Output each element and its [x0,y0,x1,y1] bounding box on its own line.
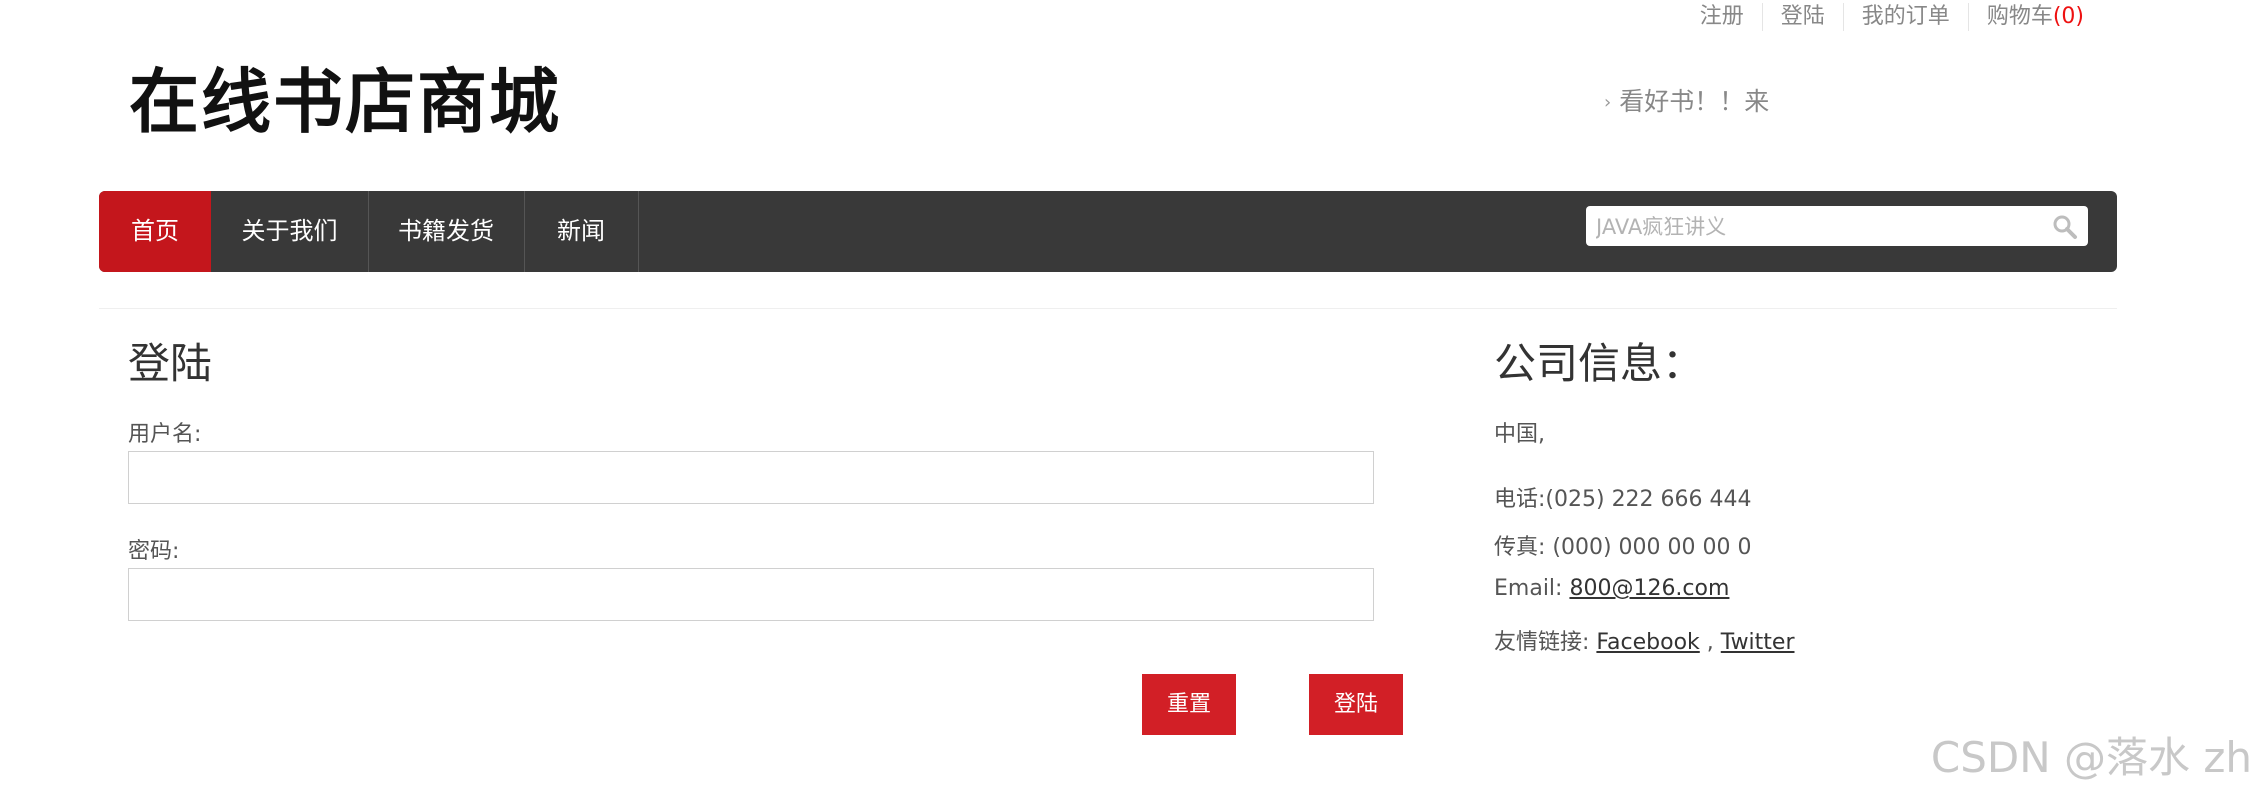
search-icon[interactable] [2052,214,2078,240]
login-title: 登陆 [128,339,213,388]
company-info-title: 公司信息： [1494,339,1705,388]
friend-links-label: 友情链接: [1494,630,1597,655]
top-links: 注册 登陆 我的订单 购物车(0) [1682,2,2102,32]
logo-text: 在线书店商城 [129,60,561,143]
email-link[interactable]: 800@126.com [1569,576,1729,601]
nav-item-home[interactable]: 首页 [99,191,211,272]
username-label: 用户名: [128,422,202,447]
register-link[interactable]: 注册 [1682,3,1762,31]
cart-label: 购物车 [1986,4,2053,29]
my-orders-link[interactable]: 我的订单 [1842,3,1968,31]
username-field[interactable] [128,451,1374,504]
login-link[interactable]: 登陆 [1761,3,1843,31]
section-divider [99,308,2117,309]
nav-item-about[interactable]: 关于我们 [211,191,369,272]
password-label: 密码: [128,539,180,564]
slogan-text: 看好书！！来 [1619,87,1770,116]
site-logo[interactable]: 在线书店商城 [117,40,577,148]
reset-button[interactable]: 重置 [1142,674,1236,735]
company-country: 中国, [1494,422,1545,447]
chevron-right-icon: › [1604,92,1612,113]
slogan: › 看好书！！来 [1604,82,1769,118]
watermark: CSDN @落水 zh [1930,733,2252,782]
cart-link[interactable]: 购物车(0) [1967,3,2102,31]
search-box [1586,206,2088,248]
company-phone: 电话:(025) 222 666 444 [1494,487,1752,512]
company-email-line: Email: 800@126.com [1494,576,1729,601]
twitter-link[interactable]: Twitter [1721,630,1795,655]
nav-item-shipping[interactable]: 书籍发货 [368,191,525,272]
cart-count: (0) [2052,4,2084,29]
company-fax: 传真: (000) 000 00 00 0 [1494,535,1752,560]
login-submit-button[interactable]: 登陆 [1309,674,1403,735]
friend-links-line: 友情链接: Facebook , Twitter [1494,624,1795,656]
link-separator: , [1699,630,1721,655]
password-field[interactable] [128,568,1374,621]
search-input[interactable] [1594,206,2038,248]
main-nav: 首页 关于我们 书籍发货 新闻 [99,191,2117,272]
email-label: Email: [1494,576,1570,601]
facebook-link[interactable]: Facebook [1596,630,1699,655]
nav-item-news[interactable]: 新闻 [524,191,639,272]
